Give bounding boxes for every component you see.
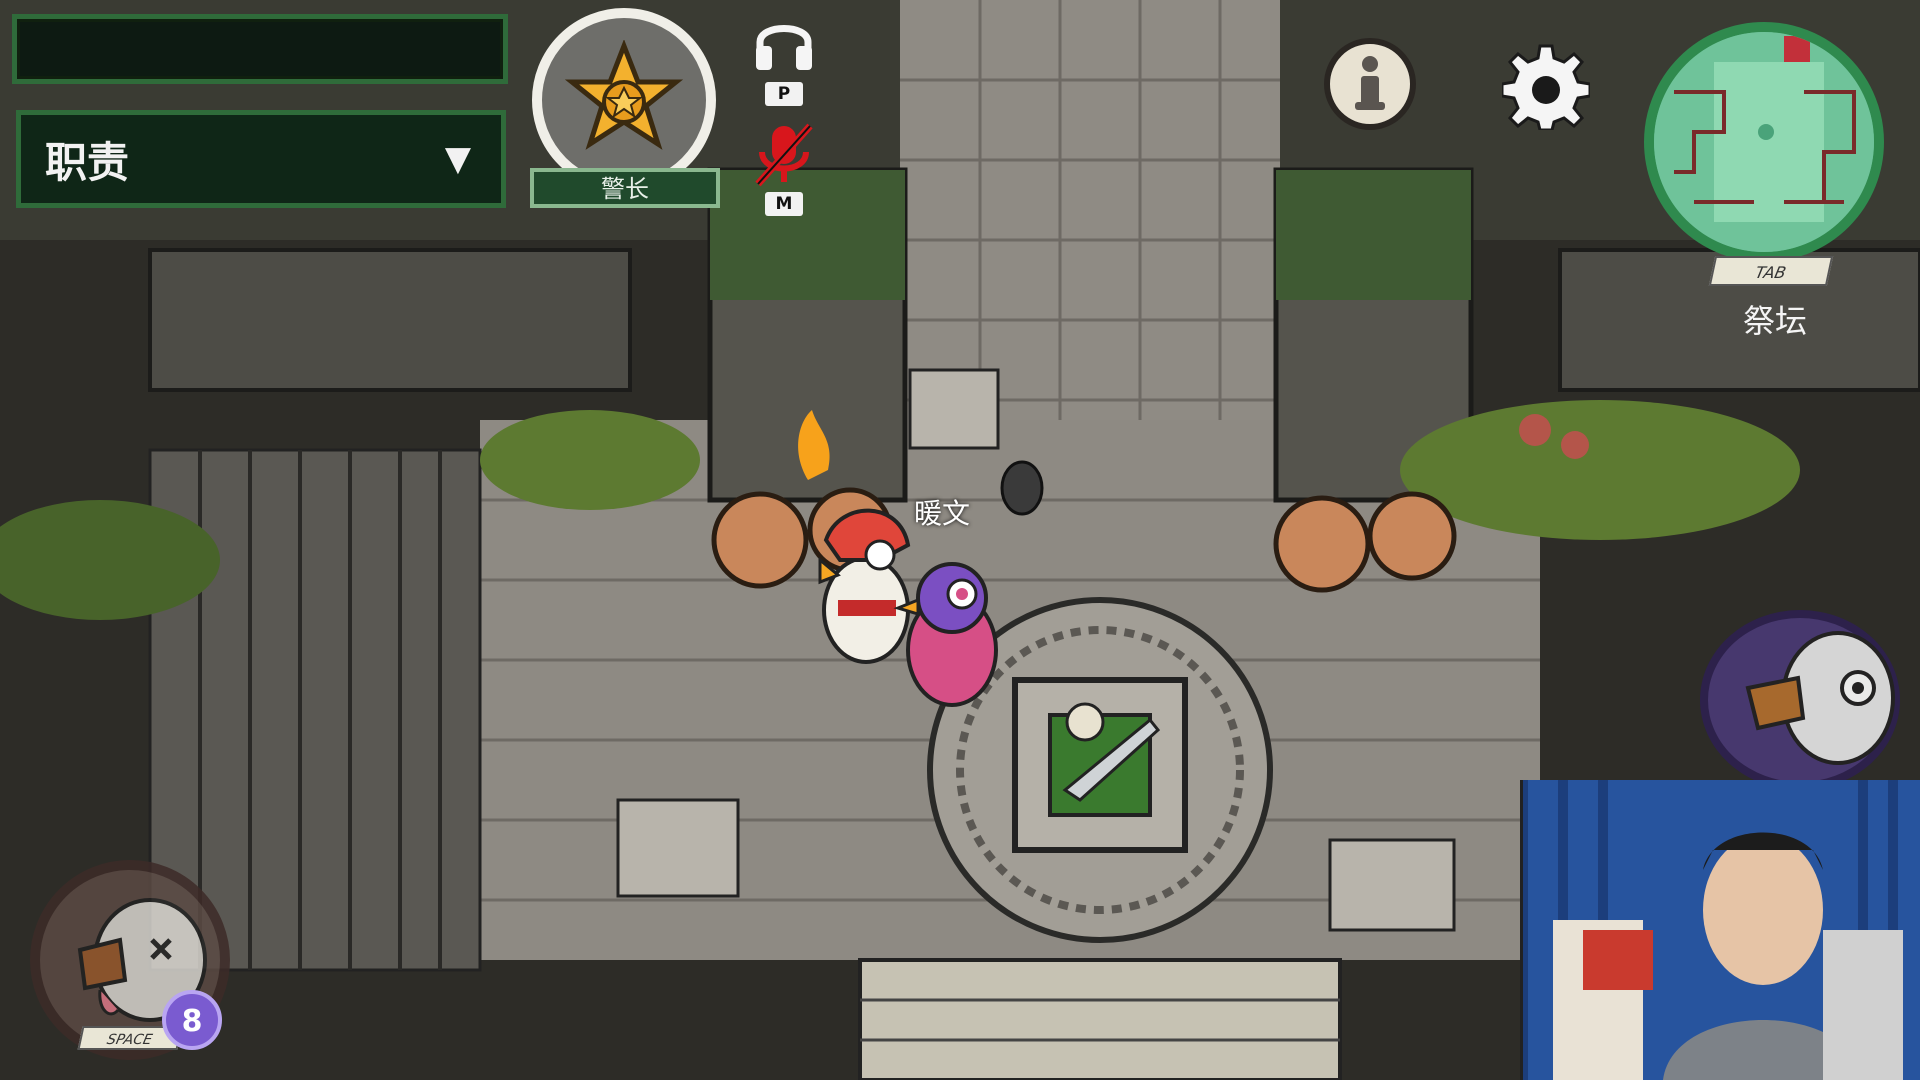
report-button[interactable] bbox=[1700, 610, 1900, 790]
minimap[interactable] bbox=[1644, 22, 1884, 262]
headphones-icon bbox=[756, 25, 812, 70]
player-name-tag: 暖文 bbox=[914, 497, 971, 530]
room-name: 祭坛 bbox=[1742, 302, 1807, 340]
sheriff-star-icon bbox=[564, 40, 684, 150]
ability-count-badge: 8 bbox=[162, 990, 222, 1050]
info-button[interactable] bbox=[1324, 38, 1416, 130]
role-label: 警长 bbox=[530, 168, 720, 208]
gear-icon bbox=[1502, 44, 1590, 130]
settings-button[interactable] bbox=[1500, 40, 1592, 132]
mic-toggle[interactable] bbox=[752, 122, 816, 188]
player-name-bar bbox=[12, 14, 508, 84]
info-icon bbox=[1355, 56, 1385, 110]
minimap-map bbox=[1654, 32, 1874, 252]
mic-key-hint: M bbox=[765, 192, 803, 216]
minimap-key-hint: TAB bbox=[1708, 256, 1834, 286]
mic-muted-icon bbox=[755, 123, 813, 187]
role-badge[interactable] bbox=[532, 8, 716, 192]
webcam-overlay bbox=[1520, 780, 1920, 1080]
report-goose-icon bbox=[1745, 631, 1895, 765]
chevron-down-icon: ▼ bbox=[444, 139, 471, 179]
headphone-toggle[interactable] bbox=[752, 12, 816, 72]
streamer-avatar bbox=[1523, 780, 1920, 1080]
duty-dropdown[interactable]: 职责 ▼ bbox=[16, 110, 506, 208]
headphone-key-hint: P bbox=[765, 82, 803, 106]
duty-label: 职责 bbox=[45, 137, 130, 187]
